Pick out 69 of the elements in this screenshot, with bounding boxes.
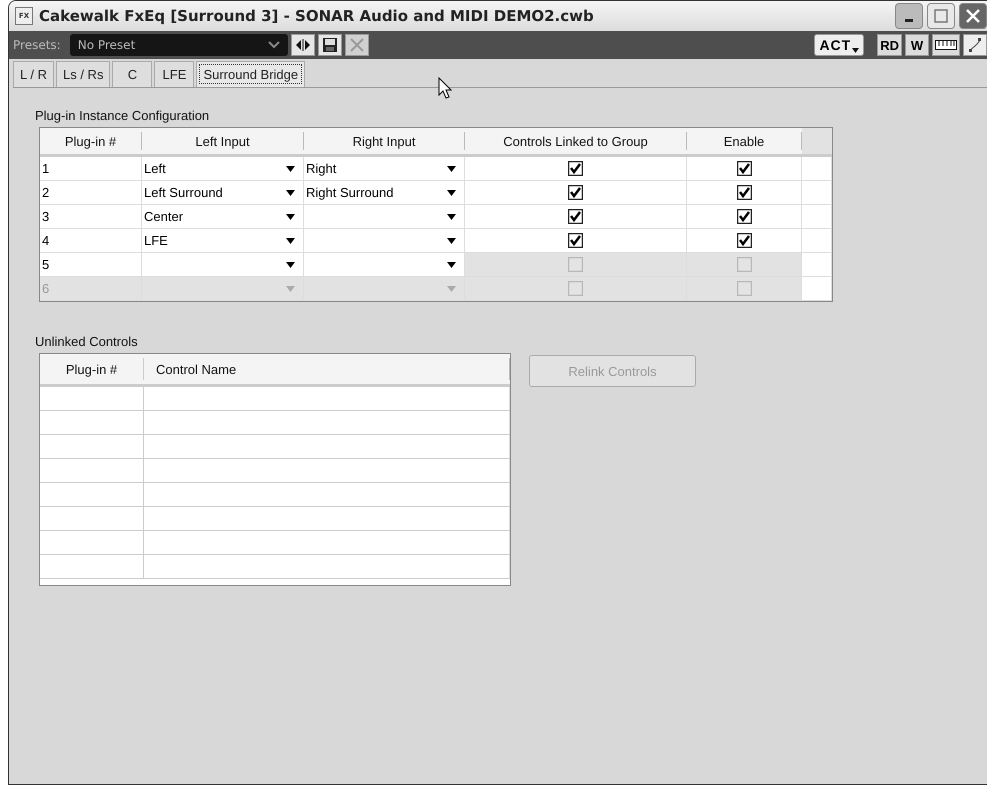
delete-button[interactable] <box>344 34 369 56</box>
minimize-button[interactable] <box>895 3 923 29</box>
dropdown-arrow-icon <box>447 262 456 268</box>
table-cell: 4 <box>40 229 142 252</box>
dropdown-arrow-icon <box>447 286 456 292</box>
dropdown-arrow-icon <box>286 286 295 292</box>
column-header[interactable]: Plug-in # <box>40 358 144 380</box>
maximize-button[interactable] <box>927 3 955 29</box>
column-header[interactable]: Control Name <box>144 358 510 380</box>
caret-icon <box>852 48 860 53</box>
checkbox[interactable] <box>568 209 583 224</box>
minimize-icon <box>905 18 913 22</box>
dropdown-arrow-icon <box>447 214 456 220</box>
dropdown-arrow-icon <box>447 190 456 196</box>
close-icon <box>965 8 981 24</box>
mouse-pointer-icon <box>438 77 452 99</box>
keyboard-icon <box>935 40 957 50</box>
checkbox[interactable] <box>568 233 583 248</box>
dropdown-arrow-icon <box>447 238 456 244</box>
checkbox[interactable] <box>568 185 583 200</box>
close-icon <box>348 37 365 53</box>
save-button[interactable] <box>318 34 342 56</box>
checkbox[interactable] <box>736 209 752 224</box>
table-cell: 6 <box>40 277 142 300</box>
maximize-icon <box>934 9 948 23</box>
w-button[interactable]: W <box>905 34 929 56</box>
dropdown-arrow-icon <box>286 190 295 196</box>
input-dropdown[interactable]: LFE <box>142 229 304 252</box>
tab[interactable]: Ls / Rs <box>56 61 110 87</box>
window-title: Cakewalk FxEq [Surround 3] - SONAR Audio and MIDI DEMO2.cwb <box>39 7 595 25</box>
cable-button[interactable] <box>963 34 987 56</box>
left-right-arrows-icon <box>294 38 311 52</box>
tab[interactable]: Surround Bridge <box>196 61 306 87</box>
table-cell: 1 <box>40 157 142 180</box>
checkbox[interactable] <box>736 185 752 200</box>
section-title: Plug-in Instance Configuration <box>35 108 210 123</box>
rd-button[interactable]: RD <box>877 34 902 56</box>
checkbox[interactable] <box>568 161 583 176</box>
table-cell: 3 <box>40 205 142 228</box>
close-button[interactable] <box>959 3 987 29</box>
preset-arrows-button[interactable] <box>290 34 315 56</box>
chevron-icon <box>268 41 280 49</box>
dropdown-arrow-icon <box>286 262 295 268</box>
dropdown-arrow-icon <box>286 238 295 244</box>
dropdown-arrow-icon <box>286 166 295 172</box>
checkbox[interactable] <box>736 233 752 248</box>
column-header[interactable]: Right Input <box>304 132 465 150</box>
input-dropdown[interactable]: Center <box>142 205 304 228</box>
act-button[interactable]: ACT <box>814 34 864 56</box>
tab[interactable]: L / R <box>13 61 54 87</box>
preset-dropdown[interactable]: No Preset <box>70 34 288 56</box>
input-dropdown[interactable]: Left Surround <box>142 181 304 204</box>
presets-label: Presets: <box>13 38 61 52</box>
column-header[interactable]: Left Input <box>142 132 304 150</box>
checkbox[interactable] <box>736 161 752 176</box>
section-title: Unlinked Controls <box>35 334 139 349</box>
keyboard-button[interactable] <box>932 34 960 56</box>
input-dropdown[interactable]: Right <box>304 157 465 180</box>
input-dropdown[interactable]: Right Surround <box>304 181 465 204</box>
dropdown-arrow-icon <box>447 166 456 172</box>
table-cell: 5 <box>40 253 142 276</box>
tab[interactable]: LFE <box>154 61 194 87</box>
input-dropdown[interactable]: Left <box>142 157 304 180</box>
tab[interactable]: C <box>112 61 152 87</box>
dropdown-arrow-icon <box>286 214 295 220</box>
column-header[interactable]: Controls Linked to Group <box>465 132 687 150</box>
cable-icon <box>968 37 982 53</box>
table-cell: 2 <box>40 181 142 204</box>
column-header[interactable]: Plug-in # <box>40 132 142 150</box>
